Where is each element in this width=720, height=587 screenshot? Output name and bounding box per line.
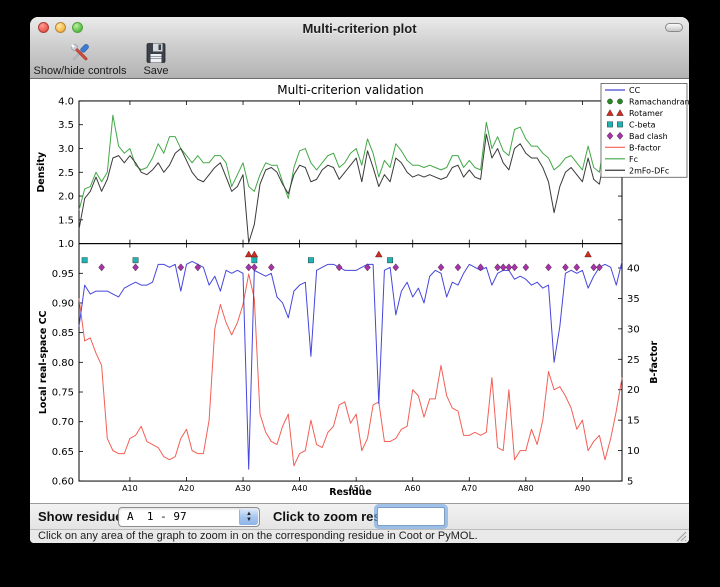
bfactor-tick-label: 20 <box>627 385 640 396</box>
show-hide-controls-label: Show/hide controls <box>32 66 128 77</box>
bfactor-axis-label: B-factor <box>649 341 660 384</box>
density-tick-label: 2.0 <box>58 192 74 203</box>
residue-range-select[interactable]: A 1 - 97 ▲▼ <box>118 507 260 527</box>
bfactor-tick-label: 10 <box>627 446 640 457</box>
residue-tick-label: A70 <box>461 484 477 493</box>
cc-tick-label: 0.80 <box>52 358 74 369</box>
residue-tick-label: A30 <box>235 484 251 493</box>
legend-entry-label: Ramachandran <box>629 97 689 106</box>
residue-range-value: A 1 - 97 <box>127 508 187 526</box>
residue-axis-label: Residue <box>329 487 372 498</box>
density-subplot-frame <box>79 101 622 244</box>
bfactor-tick-label: 25 <box>627 355 640 366</box>
residue-tick-label: A90 <box>575 484 591 493</box>
residue-tick-label: A40 <box>292 484 308 493</box>
legend-entry-label: Bad clash <box>629 132 668 141</box>
zoom-residue-input[interactable] <box>377 507 445 526</box>
residue-tick-label: A20 <box>179 484 195 493</box>
density-tick-label: 1.0 <box>58 239 74 250</box>
cc-tick-label: 0.75 <box>52 388 74 399</box>
bfactor-tick-label: 35 <box>627 294 640 305</box>
legend-entry-label: B-factor <box>629 143 662 152</box>
control-bar: Show residues: A 1 - 97 ▲▼ Click to zoom… <box>30 503 689 529</box>
bfactor-tick-label: 5 <box>627 477 633 488</box>
toolbar-toggle-capsule-button[interactable] <box>665 23 683 32</box>
legend-entry-label: Fc <box>629 155 638 164</box>
toolbar: Show/hide controls Save <box>30 39 689 78</box>
show-hide-controls-button[interactable]: Show/hide controls <box>32 40 128 77</box>
cc-tick-label: 0.90 <box>52 298 74 309</box>
bfactor-tick-label: 15 <box>627 416 640 427</box>
figure-area: 1.0 1.5 2.0 2.5 3.0 3.5 4.0 0.60 0.65 0.70 0.75 0.8… <box>30 79 689 503</box>
multi-criterion-plot-window: Multi-criterion plot <box>30 17 689 543</box>
status-bar: Click on any area of the graph to zoom i… <box>30 529 689 543</box>
multi-criterion-plot-canvas[interactable]: 1.0 1.5 2.0 2.5 3.0 3.5 4.0 0.60 0.65 0.70 0.75 0.8… <box>30 79 689 503</box>
chart-title: Multi-criterion validation <box>277 83 424 97</box>
density-tick-label: 3.0 <box>58 144 74 155</box>
density-tick-label: 3.5 <box>58 120 74 131</box>
cc-tick-label: 0.65 <box>52 447 74 458</box>
legend: CC Ramachandran Rotamer C-beta Bad clash B-fa… <box>601 83 689 177</box>
status-text: Click on any area of the graph to zoom i… <box>38 530 478 543</box>
title-bar[interactable]: Multi-criterion plot <box>30 17 689 39</box>
cc-tick-label: 0.70 <box>52 417 74 428</box>
bfactor-tick-label: 30 <box>627 324 640 335</box>
density-tick-label: 4.0 <box>58 96 74 107</box>
cc-tick-label: 0.85 <box>52 328 74 339</box>
cc-axis-label: Local real-space CC <box>38 310 49 414</box>
density-tick-label: 1.5 <box>58 215 74 226</box>
window-title: Multi-criterion plot <box>30 17 689 39</box>
density-tick-label: 2.5 <box>58 168 74 179</box>
legend-entry-label: C-beta <box>629 120 656 129</box>
residue-tick-label: A10 <box>122 484 138 493</box>
residue-tick-label: A80 <box>518 484 534 493</box>
save-label: Save <box>134 66 178 77</box>
desktop: { "window": { "title": "Multi-criterion … <box>0 0 720 587</box>
cc-tick-label: 0.60 <box>52 477 74 488</box>
legend-entry-label: 2mFo-DFc <box>629 166 669 175</box>
density-axis-label: Density <box>36 152 47 193</box>
floppy-disk-icon <box>134 40 178 66</box>
resize-grip[interactable] <box>675 530 687 542</box>
window-chrome: Multi-criterion plot <box>30 17 689 79</box>
legend-entry-label: Rotamer <box>629 109 664 118</box>
bfactor-tick-label: 40 <box>627 263 640 274</box>
tools-icon <box>32 40 128 66</box>
residue-tick-label: A60 <box>405 484 421 493</box>
save-button[interactable]: Save <box>134 40 178 77</box>
legend-entry-label: CC <box>629 86 641 95</box>
cc-tick-label: 0.95 <box>52 269 74 280</box>
stepper-arrows-icon: ▲▼ <box>239 509 258 525</box>
